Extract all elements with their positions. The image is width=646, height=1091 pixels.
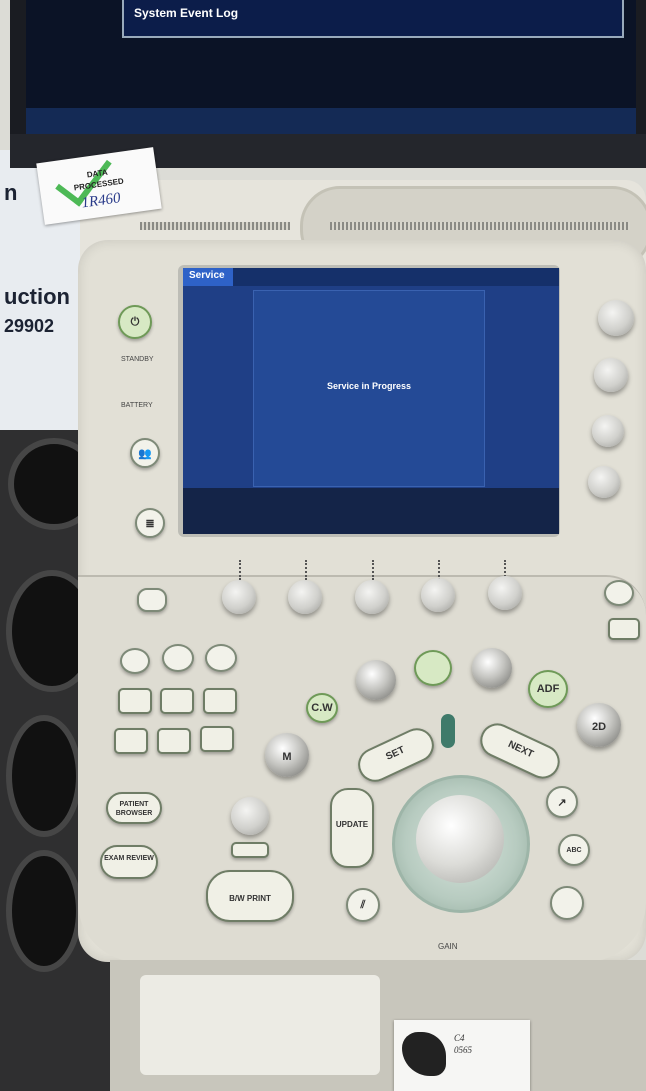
bottom-knob-2[interactable] (288, 580, 322, 614)
wall-text-1: n (4, 180, 18, 205)
patient-browser-label: PATIENT BROWSER (115, 801, 153, 817)
wall-text-2: uction (4, 284, 70, 309)
note-line-1: C4 (454, 1033, 465, 1043)
people-icon: 👥 (138, 447, 152, 460)
right-small-button-2[interactable] (608, 618, 640, 640)
key-btn-4[interactable] (114, 728, 148, 754)
monitor-taskbar (26, 108, 636, 134)
adf-label: ADF (536, 683, 560, 695)
body-mark-button[interactable] (550, 886, 584, 920)
battery-label: BATTERY (121, 402, 153, 409)
cw-label: C.W (311, 702, 333, 714)
wall-text-3: 29902 (4, 316, 55, 336)
caliper-button[interactable]: ↗ (546, 786, 578, 818)
2d-knob[interactable]: 2D (577, 703, 621, 747)
abc-button[interactable]: ABC (558, 834, 590, 866)
main-monitor: System Event Log (10, 0, 646, 168)
scribble-mark (402, 1032, 446, 1076)
gain-label: GAIN (438, 942, 458, 951)
freeze-button[interactable]: ⫽ (346, 888, 380, 922)
service-message: Service in Progress (326, 381, 412, 391)
trackball[interactable] (416, 795, 504, 883)
freeze-icon: ⫽ (360, 898, 366, 911)
m-label: M (282, 750, 292, 763)
patient-button[interactable]: 👥 (130, 438, 160, 468)
menu-button[interactable]: ≣ (135, 508, 165, 538)
key-btn-3[interactable] (203, 688, 237, 714)
power-icon: ⏻ (130, 315, 140, 328)
key-btn-6[interactable] (200, 726, 234, 752)
pw-knob[interactable] (356, 660, 396, 700)
speaker-grille-right (330, 222, 630, 230)
system-event-log-dialog[interactable]: System Event Log (122, 0, 624, 38)
note-line-2: 0565 (454, 1045, 472, 1055)
patient-browser-button[interactable]: PATIENT BROWSER (106, 792, 162, 824)
knob-indicator-1 (239, 560, 241, 580)
keyboard-drawer (140, 975, 380, 1075)
lcd-header (233, 268, 559, 286)
small-button-2[interactable] (162, 644, 194, 672)
mode-button[interactable] (414, 650, 452, 686)
rotary-knob-4[interactable] (588, 466, 620, 498)
update-button[interactable]: UPDATE (330, 788, 374, 868)
rotary-knob-3[interactable] (592, 415, 624, 447)
service-tab[interactable]: Service (183, 268, 233, 286)
abc-label: ABC (566, 846, 582, 854)
service-panel: Service in Progress (253, 290, 485, 487)
bw-print-button[interactable]: B/W PRINT (206, 870, 294, 922)
exam-review-button[interactable]: EXAM REVIEW (100, 845, 158, 879)
key-btn-5[interactable] (157, 728, 191, 754)
probe-holder-4 (6, 850, 82, 972)
status-indicator (441, 714, 455, 748)
adf-button[interactable]: ADF (528, 670, 568, 708)
probe-holder-3 (6, 715, 82, 837)
bottom-knob-1[interactable] (222, 580, 256, 614)
2d-label: 2D (591, 720, 607, 733)
volume-small-button[interactable] (231, 842, 269, 858)
update-label: UPDATE (335, 820, 369, 829)
bottom-knob-4[interactable] (421, 578, 455, 612)
bottom-knob-5[interactable] (488, 576, 522, 610)
exam-review-label: EXAM REVIEW (104, 855, 154, 862)
initial-button[interactable] (137, 588, 167, 612)
rotary-knob-2[interactable] (594, 358, 628, 392)
cw-button[interactable]: C.W (306, 693, 338, 723)
knob-indicator-3 (372, 560, 374, 580)
small-button-1[interactable] (120, 648, 150, 674)
volume-knob[interactable] (231, 797, 269, 835)
standby-label: STANDBY (121, 356, 154, 363)
knob-indicator-4 (438, 560, 440, 580)
knob-indicator-2 (305, 560, 307, 580)
key-btn-2[interactable] (160, 688, 194, 714)
m-knob[interactable]: M (265, 733, 309, 777)
cf-knob[interactable] (472, 648, 512, 688)
bottom-knob-3[interactable] (355, 580, 389, 614)
right-small-button-1[interactable] (604, 580, 634, 606)
dialog-title: System Event Log (134, 6, 239, 20)
lcd-bottom-bar (183, 488, 559, 534)
touch-screen[interactable]: Service Service in Progress (183, 268, 559, 534)
handwritten-note: C4 0565 (394, 1020, 530, 1091)
speaker-grille-left (140, 222, 290, 230)
power-button[interactable]: ⏻ (118, 305, 152, 339)
small-button-3[interactable] (205, 644, 237, 672)
caliper-icon: ↗ (557, 796, 567, 809)
key-btn-1[interactable] (118, 688, 152, 714)
bw-print-label: B/W PRINT (229, 894, 271, 903)
rotary-knob-1[interactable] (598, 300, 634, 336)
list-icon: ≣ (145, 517, 155, 530)
service-tab-label: Service (189, 270, 225, 281)
